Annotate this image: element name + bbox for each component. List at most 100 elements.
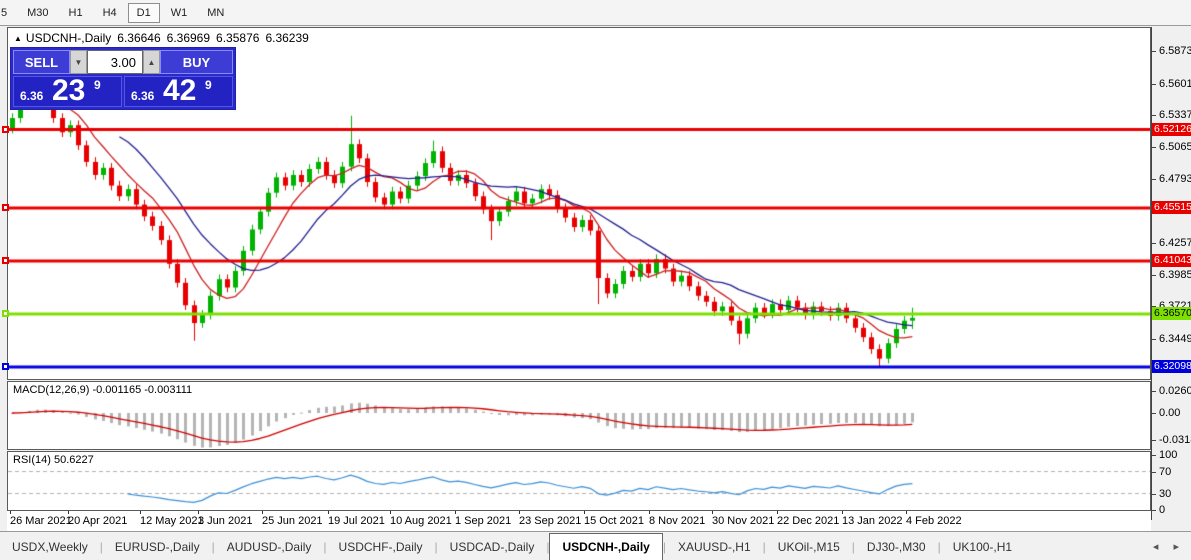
chart-tab-usdcnh-daily[interactable]: USDCNH-,Daily xyxy=(549,533,663,560)
date-axis-label: 4 Feb 2022 xyxy=(906,515,962,527)
date-axis-label: 30 Nov 2021 xyxy=(712,515,775,527)
hline-anchor-marker[interactable] xyxy=(2,126,9,134)
chart-tab-usdcad-daily[interactable]: USDCAD-,Daily xyxy=(438,535,547,560)
price-axis[interactable]: 6.587306.560106.533706.506506.479306.452… xyxy=(1151,27,1191,520)
date-axis-label: 19 Jul 2021 xyxy=(328,515,385,527)
hline-anchor-marker[interactable] xyxy=(2,204,9,212)
date-axis-label: 25 Jun 2021 xyxy=(262,515,323,527)
date-axis-label: 23 Sep 2021 xyxy=(519,515,582,527)
rsi-axis-tick: 30 xyxy=(1159,487,1172,500)
hline-anchor-marker[interactable] xyxy=(2,310,9,318)
hline-price-label: 6.32098 xyxy=(1152,360,1191,374)
volume-decrease-button[interactable]: ▼ xyxy=(70,50,87,74)
metatrader-window: 5 M30 H1 H4 D1 W1 MN ▲ USDCNH-,Daily 6.36646 6.36… xyxy=(0,0,1191,560)
time-axis-tick xyxy=(262,511,263,514)
chart-tab-bar: USDX,Weekly | EURUSD-,Daily | AUDUSD-,Daily |… xyxy=(0,531,1191,560)
volume-input[interactable]: 3.00 xyxy=(87,50,143,74)
macd-axis-tick-tick xyxy=(1152,413,1156,414)
sell-price-small: 6.36 xyxy=(20,89,44,103)
rsi-axis-tick-tick xyxy=(1152,471,1156,473)
hline-anchor-marker[interactable] xyxy=(2,363,9,371)
collapse-arrow-icon[interactable]: ▲ xyxy=(14,34,22,43)
sell-price-sup: 9 xyxy=(94,78,101,92)
time-axis[interactable]: 26 Mar 2021 20 Apr 2021 12 May 2021 3 Jun 2… xyxy=(7,511,1151,531)
macd-axis-tick: 0.02607 xyxy=(1159,384,1191,397)
rsi-axis-tick-tick xyxy=(1152,493,1156,495)
macd-axis-tick: -0.03187 xyxy=(1159,434,1191,447)
quote-close: 6.36239 xyxy=(265,31,309,45)
rsi-axis-tick: 70 xyxy=(1159,465,1172,478)
timeframe-button-M30[interactable]: M30 xyxy=(18,3,57,23)
hline-price-label: 6.41043 xyxy=(1152,254,1191,268)
chart-tab-ukoil-m15[interactable]: UKOil-,M15 xyxy=(766,535,852,560)
price-axis-tick-tick xyxy=(1152,242,1156,244)
macd-panel[interactable]: MACD(12,26,9) -0.001165 -0.003111 xyxy=(7,381,1151,450)
rsi-axis-tick-tick xyxy=(1152,510,1156,511)
hline-price-label: 6.36570 xyxy=(1152,307,1191,321)
price-axis-tick: 6.53370 xyxy=(1159,108,1191,121)
quote-high: 6.36969 xyxy=(166,31,211,45)
time-axis-tick xyxy=(519,511,520,514)
buy-price-sup: 9 xyxy=(205,78,212,92)
macd-axis-tick-tick xyxy=(1152,390,1156,392)
timeframe-button-H4[interactable]: H4 xyxy=(94,3,126,23)
buy-price-display[interactable]: 6.36 42 9 xyxy=(124,74,233,107)
date-axis-label: 10 Aug 2021 xyxy=(390,515,452,527)
time-axis-tick xyxy=(10,511,11,514)
chart-tab-usdchf-daily[interactable]: USDCHF-,Daily xyxy=(327,535,435,560)
macd-axis-tick-tick xyxy=(1152,440,1156,442)
quote-open: 6.36646 xyxy=(117,31,161,45)
chart-tab-usdx-weekly[interactable]: USDX,Weekly xyxy=(0,535,100,560)
rsi-axis-tick: 0 xyxy=(1159,504,1166,516)
hline-price-label: 6.45515 xyxy=(1152,201,1191,215)
price-axis-tick: 6.56010 xyxy=(1159,77,1191,90)
buy-button[interactable]: BUY xyxy=(160,50,233,74)
time-axis-tick xyxy=(842,511,843,514)
time-axis-tick xyxy=(455,511,456,514)
chart-tab-uk100-h1[interactable]: UK100-,H1 xyxy=(941,535,1024,560)
time-axis-tick xyxy=(328,511,329,514)
timeframe-button-H1[interactable]: H1 xyxy=(60,3,92,23)
date-axis-label: 15 Oct 2021 xyxy=(584,515,644,527)
timeframe-button-5[interactable]: 5 xyxy=(0,3,16,23)
rsi-canvas[interactable] xyxy=(8,452,1150,510)
date-axis-label: 13 Jan 2022 xyxy=(842,515,903,527)
chart-tab-dj30-m30[interactable]: DJ30-,M30 xyxy=(855,535,938,560)
chart-title-line: ▲ USDCNH-,Daily 6.36646 6.36969 6.35876 6.362… xyxy=(14,31,309,45)
time-axis-tick xyxy=(390,511,391,514)
time-axis-tick xyxy=(198,511,199,514)
time-axis-tick xyxy=(777,511,778,514)
rsi-panel[interactable]: RSI(14) 50.6227 xyxy=(7,451,1151,511)
buy-price-small: 6.36 xyxy=(131,89,155,103)
price-axis-tick-tick xyxy=(1152,275,1156,277)
volume-increase-button[interactable]: ▲ xyxy=(143,50,160,74)
tab-scroll-arrows[interactable]: ◂ ▸ xyxy=(1153,540,1185,553)
timeframe-button-W1[interactable]: W1 xyxy=(162,3,197,23)
chart-tab-audusd-daily[interactable]: AUDUSD-,Daily xyxy=(215,535,324,560)
timeframe-button-MN[interactable]: MN xyxy=(198,3,233,23)
time-axis-tick xyxy=(906,511,907,514)
sell-button[interactable]: SELL xyxy=(13,50,70,74)
price-axis-tick-tick xyxy=(1152,147,1156,149)
sell-price-display[interactable]: 6.36 23 9 xyxy=(13,74,122,107)
price-axis-tick: 6.50650 xyxy=(1159,141,1191,154)
macd-label: MACD(12,26,9) -0.001165 -0.003111 xyxy=(13,384,193,396)
price-axis-tick-tick xyxy=(1152,338,1156,340)
date-axis-label: 8 Nov 2021 xyxy=(649,515,706,527)
hline-anchor-marker[interactable] xyxy=(2,257,9,265)
time-axis-tick xyxy=(649,511,650,514)
price-axis-tick: 6.42570 xyxy=(1159,236,1191,249)
date-axis-label: 12 May 2021 xyxy=(140,515,204,527)
chart-tab-xauusd-h1[interactable]: XAUUSD-,H1 xyxy=(666,535,763,560)
quote-low: 6.35876 xyxy=(216,31,260,45)
time-axis-tick xyxy=(712,511,713,514)
rsi-axis-tick-tick xyxy=(1152,455,1156,456)
date-axis-label: 3 Jun 2021 xyxy=(198,515,253,527)
price-axis-tick: 6.47930 xyxy=(1159,173,1191,186)
macd-axis-tick: 0.00 xyxy=(1159,407,1181,419)
chart-tab-eurusd-daily[interactable]: EURUSD-,Daily xyxy=(103,535,212,560)
chart-symbol-title: USDCNH-,Daily xyxy=(25,31,112,45)
date-axis-label: 26 Mar 2021 xyxy=(10,515,72,527)
date-axis-label: 1 Sep 2021 xyxy=(455,515,512,527)
timeframe-button-D1[interactable]: D1 xyxy=(127,2,160,23)
